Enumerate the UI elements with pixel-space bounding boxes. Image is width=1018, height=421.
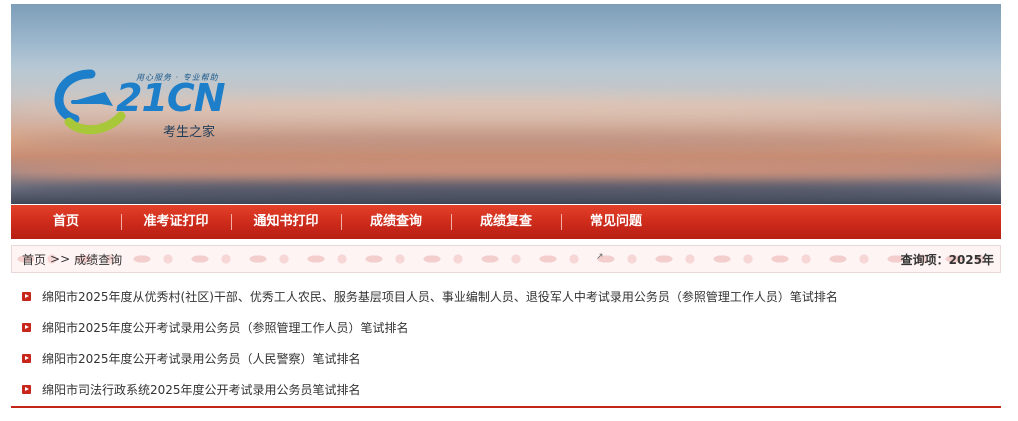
external-link-icon: ↗ <box>596 252 604 262</box>
nav-item-notice-print[interactable]: 通知书打印 <box>231 205 341 239</box>
query-item-label: 查询项：2025年 <box>900 252 994 267</box>
list-item: 绵阳市2025年度从优秀村(社区)干部、优秀工人农民、服务基层项目人员、事业编制… <box>22 281 1000 312</box>
nav-item-score-review[interactable]: 成绩复查 <box>451 205 561 239</box>
nav-item-faq[interactable]: 常见问题 <box>561 205 671 239</box>
nav-item-admission-ticket[interactable]: 准考证打印 <box>121 205 231 239</box>
main-nav: 首页 准考证打印 通知书打印 成绩查询 成绩复查 常见问题 <box>11 205 1001 239</box>
list-item-link[interactable]: 绵阳市2025年度从优秀村(社区)干部、优秀工人农民、服务基层项目人员、事业编制… <box>42 288 838 305</box>
list-item: 绵阳市2025年度公开考试录用公务员（参照管理工作人员）笔试排名 <box>22 312 1000 343</box>
arrow-bullet-icon <box>22 354 31 363</box>
banner-cloud <box>11 182 1001 196</box>
breadcrumb-path: 首页 >> 成绩查询 <box>12 251 122 268</box>
header-banner: 用心服务 · 专业帮助 21CN 考生之家 <box>11 4 1001 204</box>
arrow-bullet-icon <box>22 323 31 332</box>
logo-subtitle: 考生之家 <box>163 125 216 140</box>
list-item-link[interactable]: 绵阳市司法行政系统2025年度公开考试录用公务员笔试排名 <box>42 381 361 398</box>
nav-item-score-query[interactable]: 成绩查询 <box>341 205 451 239</box>
nav-item-home[interactable]: 首页 <box>11 205 121 239</box>
breadcrumb-current: 成绩查询 <box>74 252 123 267</box>
list-item-link[interactable]: 绵阳市2025年度公开考试录用公务员（参照管理工作人员）笔试排名 <box>42 319 409 336</box>
result-list: 绵阳市2025年度从优秀村(社区)干部、优秀工人农民、服务基层项目人员、事业编制… <box>22 281 1000 405</box>
breadcrumb-home-link[interactable]: 首页 <box>22 251 46 268</box>
list-item: 绵阳市2025年度公开考试录用公务员（人民警察）笔试排名 <box>22 343 1000 374</box>
list-item-link[interactable]: 绵阳市2025年度公开考试录用公务员（人民警察）笔试排名 <box>42 350 361 367</box>
breadcrumb: 首页 >> 成绩查询 ↗ 查询项：2025年 <box>11 245 1001 273</box>
site-logo[interactable]: 用心服务 · 专业帮助 21CN 考生之家 <box>51 62 251 152</box>
breadcrumb-separator: >> <box>50 252 71 266</box>
arrow-bullet-icon <box>22 385 31 394</box>
logo-brand: 21CN <box>116 76 226 120</box>
banner-cloud <box>11 162 1001 182</box>
bottom-divider <box>11 406 1001 408</box>
list-item: 绵阳市司法行政系统2025年度公开考试录用公务员笔试排名 <box>22 374 1000 405</box>
arrow-bullet-icon <box>22 292 31 301</box>
page: 用心服务 · 专业帮助 21CN 考生之家 首页 准考证打印 通知书打印 成绩查… <box>0 0 1018 421</box>
